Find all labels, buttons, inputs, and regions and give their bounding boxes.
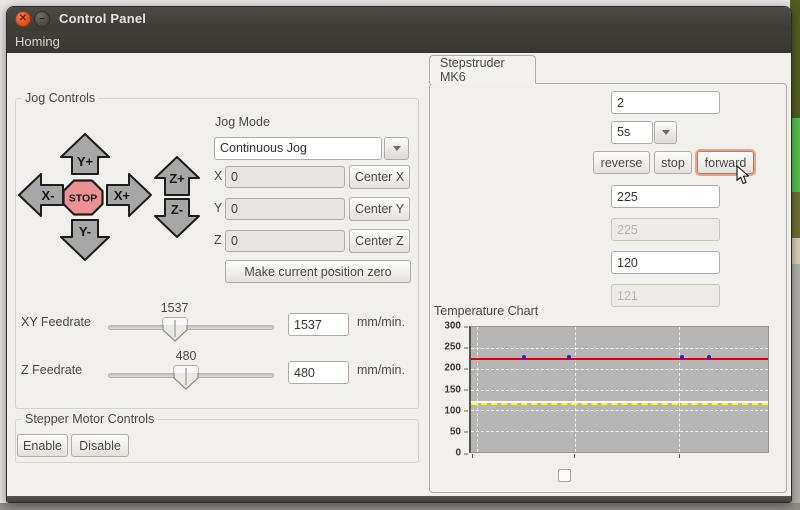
close-button[interactable]: ✕	[15, 11, 31, 27]
axis-x-field[interactable]	[225, 166, 345, 188]
platform-current-temp-field	[611, 284, 720, 307]
current-temp-field	[611, 218, 720, 241]
chart-h-gridline	[471, 390, 768, 391]
z-feedrate-slider[interactable]: 480	[108, 373, 274, 378]
temperature-chart-x-ticks	[469, 454, 769, 459]
jog-x-minus-button[interactable]: X-	[18, 173, 64, 217]
chart-data-point	[567, 355, 571, 359]
xy-feedrate-slider[interactable]: 1537	[108, 325, 274, 330]
temperature-chart-y-axis: 050100150200250300	[427, 326, 469, 453]
chart-data-point	[680, 355, 684, 359]
xy-feedrate-slider-thumb[interactable]	[162, 317, 188, 342]
jog-mode-select[interactable]: Continuous Jog	[214, 137, 382, 160]
chart-x-tick	[574, 454, 575, 458]
stepper-enable-button[interactable]: Enable	[17, 434, 68, 457]
jog-y-minus-button[interactable]: Y-	[60, 219, 110, 261]
jog-x-minus-label: X-	[42, 188, 55, 203]
z-feedrate-label: Z Feedrate	[21, 363, 82, 377]
chart-x-tick	[472, 454, 473, 458]
window-content: Jog Controls Y+ X- STOP X+	[7, 53, 791, 498]
window-bottom-edge	[7, 496, 791, 502]
jog-x-plus-label: X+	[114, 188, 131, 203]
axis-y-label: Y	[214, 201, 222, 215]
axis-z-field[interactable]	[225, 230, 345, 252]
jog-y-plus-label: Y+	[77, 154, 94, 169]
jog-stop-button[interactable]: STOP	[62, 179, 104, 216]
xy-feedrate-unit: mm/min.	[357, 315, 405, 329]
desktop-wallpaper	[0, 503, 800, 510]
chart-h-gridline	[471, 369, 768, 370]
jog-mode-label: Jog Mode	[215, 115, 270, 129]
window-title: Control Panel	[59, 11, 146, 26]
jog-z-minus-button[interactable]: Z-	[154, 198, 200, 238]
axis-z-label: Z	[214, 233, 222, 247]
jog-stop-label: STOP	[69, 193, 97, 205]
chart-v-gridline	[477, 327, 478, 452]
chart-ytick-label: 0	[455, 448, 461, 459]
axis-x-label: X	[214, 169, 222, 183]
extrude-duration-dropdown-button[interactable]	[654, 121, 677, 144]
chart-data-point	[707, 355, 711, 359]
motor-speed-field[interactable]	[611, 91, 720, 114]
cooling-fan-checkbox[interactable]	[558, 469, 571, 482]
chevron-down-icon	[662, 130, 670, 135]
chart-ytick-label: 200	[444, 363, 461, 374]
chart-h-gridline	[471, 348, 768, 349]
chart-ytick-label: 250	[444, 342, 461, 353]
xy-feedrate-label: XY Feedrate	[21, 315, 91, 329]
jog-mode-dropdown-button[interactable]	[384, 137, 409, 160]
jog-y-plus-button[interactable]: Y+	[60, 133, 110, 175]
jog-z-plus-button[interactable]: Z+	[154, 156, 200, 196]
chart-data-point	[522, 355, 526, 359]
chart-v-gridline	[679, 327, 680, 452]
minimize-button[interactable]: –	[34, 11, 50, 27]
stepper-motor-group-label: Stepper Motor Controls	[21, 412, 158, 426]
xy-feedrate-field[interactable]	[288, 313, 349, 336]
extrude-duration-select[interactable]: 5s	[611, 121, 653, 144]
motor-stop-button[interactable]: stop	[654, 151, 692, 174]
titlebar: ✕ – Control Panel	[7, 7, 791, 31]
chart-series-line	[471, 403, 768, 405]
chevron-down-icon	[393, 146, 401, 151]
close-icon: ✕	[19, 14, 27, 24]
tab-stepstruder-mk6[interactable]: Stepstruder MK6	[429, 55, 536, 84]
make-position-zero-button[interactable]: Make current position zero	[225, 260, 411, 283]
target-temp-field[interactable]	[611, 185, 720, 208]
menu-homing[interactable]: Homing	[15, 34, 60, 49]
chart-h-gridline	[471, 410, 768, 411]
extrude-duration-value: 5s	[617, 125, 630, 139]
chart-ytick-label: 100	[444, 405, 461, 416]
control-panel-window: ✕ – Control Panel Homing Jog Controls Y+…	[6, 6, 792, 503]
z-feedrate-field[interactable]	[288, 361, 349, 384]
jog-z-plus-label: Z+	[169, 171, 185, 186]
chart-x-tick	[679, 454, 680, 458]
temperature-chart-plot	[469, 326, 769, 453]
minimize-icon: –	[39, 14, 45, 24]
jog-controls-group-label: Jog Controls	[21, 91, 99, 105]
motor-reverse-button[interactable]: reverse	[593, 151, 650, 174]
menubar: Homing	[7, 31, 791, 53]
jog-x-plus-button[interactable]: X+	[106, 173, 152, 217]
mouse-cursor	[736, 165, 750, 190]
platform-target-temp-field[interactable]	[611, 251, 720, 274]
jog-y-minus-label: Y-	[79, 224, 91, 239]
center-y-button[interactable]: Center Y	[349, 197, 410, 221]
chart-ytick-label: 50	[450, 426, 461, 437]
z-feedrate-slider-thumb[interactable]	[173, 365, 199, 390]
center-x-button[interactable]: Center X	[349, 165, 410, 189]
jog-z-minus-label: Z-	[171, 202, 183, 217]
center-z-button[interactable]: Center Z	[349, 229, 410, 253]
chart-v-gridline	[575, 327, 576, 452]
chart-series-line	[471, 358, 768, 360]
stepper-disable-button[interactable]: Disable	[71, 434, 129, 457]
z-feedrate-unit: mm/min.	[357, 363, 405, 377]
chart-ytick-label: 300	[444, 321, 461, 332]
chart-h-gridline	[471, 431, 768, 432]
jog-mode-value: Continuous Jog	[220, 141, 307, 155]
axis-y-field[interactable]	[225, 198, 345, 220]
chart-ytick-label: 150	[444, 384, 461, 395]
temperature-chart-label: Temperature Chart	[434, 304, 538, 318]
xy-feedrate-slider-value: 1537	[161, 301, 189, 315]
z-feedrate-slider-value: 480	[176, 349, 197, 363]
